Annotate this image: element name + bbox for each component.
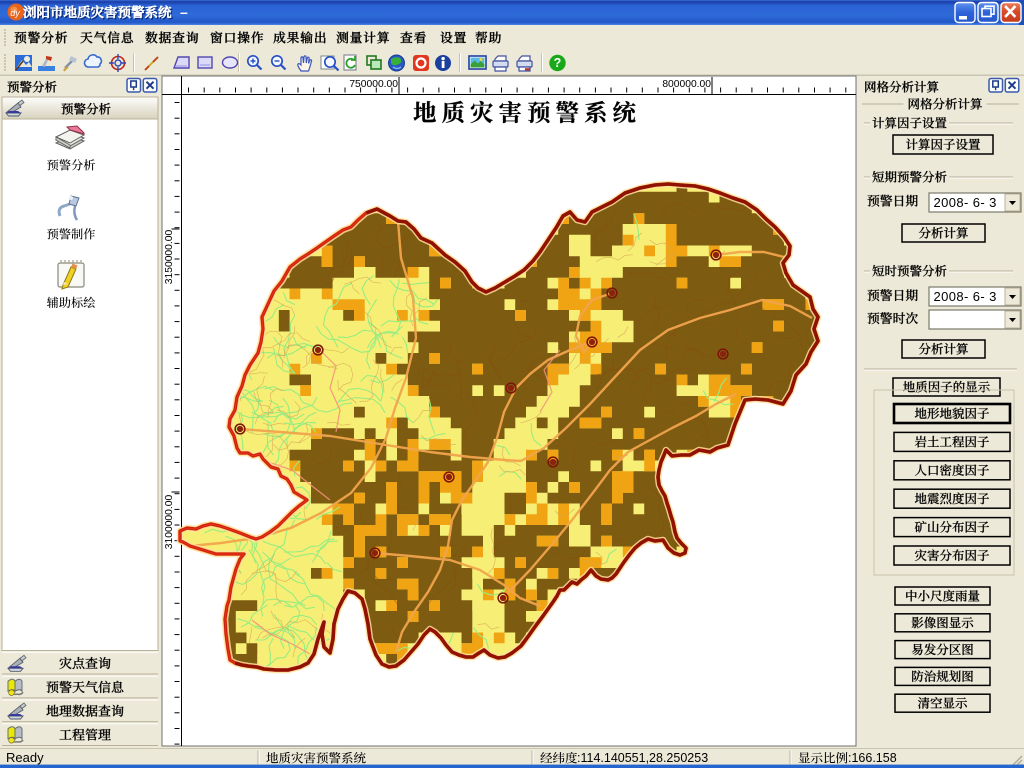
svg-text:–: – <box>180 4 188 20</box>
svg-text:800000.00: 800000.00 <box>662 79 711 90</box>
svg-text::166.158: :166.158 <box>848 751 897 765</box>
svg-text:2008- 6- 3: 2008- 6- 3 <box>934 289 997 304</box>
svg-text:Ready: Ready <box>6 750 44 765</box>
svg-text:3100000.00: 3100000.00 <box>164 495 175 550</box>
svg-text::114.140551,28.250253: :114.140551,28.250253 <box>577 751 708 765</box>
svg-text:?: ? <box>554 56 562 70</box>
svg-text:dy: dy <box>10 8 20 18</box>
svg-text:2008- 6- 3: 2008- 6- 3 <box>934 195 997 210</box>
svg-text:750000.00: 750000.00 <box>349 79 398 90</box>
svg-text:3150000.00: 3150000.00 <box>164 230 175 285</box>
